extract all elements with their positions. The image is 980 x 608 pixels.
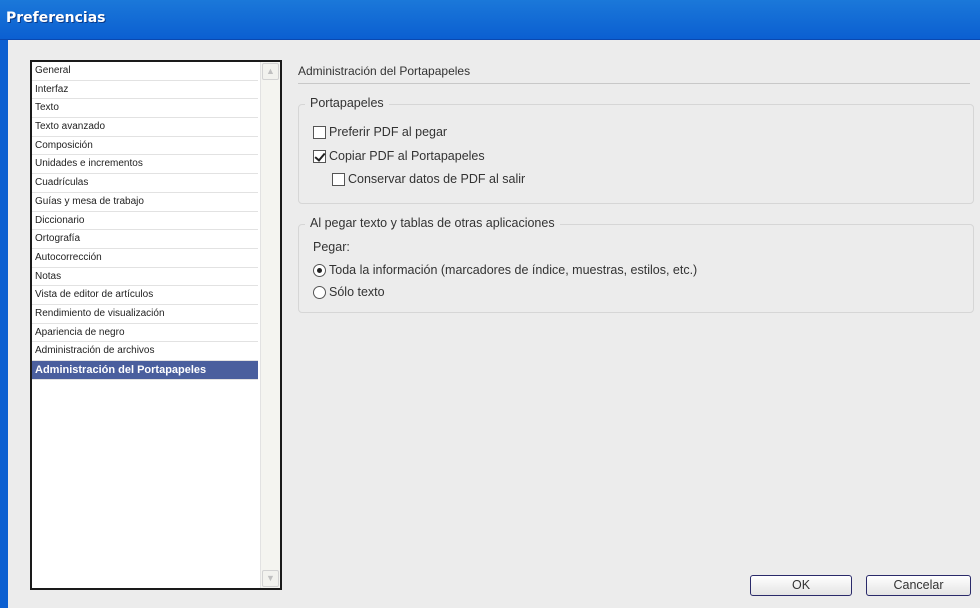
text-only-label: Sólo texto — [329, 285, 385, 299]
keep-pdf-option[interactable]: Conservar datos de PDF al salir — [332, 172, 525, 186]
text-only-option[interactable]: Sólo texto — [313, 285, 385, 299]
paste-group-title: Al pegar texto y tablas de otras aplicac… — [305, 216, 560, 230]
dialog-client-area: General Interfaz Texto Texto avanzado Compos… — [8, 40, 980, 608]
copy-pdf-option[interactable]: Copiar PDF al Portapapeles — [313, 149, 485, 163]
keep-pdf-label: Conservar datos de PDF al salir — [348, 172, 526, 186]
category-item[interactable]: Apariencia de negro — [32, 324, 258, 343]
paste-group: Al pegar texto y tablas de otras aplicac… — [298, 216, 974, 313]
all-info-label: Toda la información (marcadores de índic… — [329, 263, 698, 277]
clipboard-group: Portapapeles Preferir PDF al pegar Copia… — [298, 96, 974, 204]
category-item[interactable]: Guías y mesa de trabajo — [32, 193, 258, 212]
scroll-up-icon[interactable]: ▲ — [262, 63, 279, 80]
window-frame-left — [0, 40, 8, 608]
category-item[interactable]: Composición — [32, 137, 258, 156]
category-item[interactable]: Autocorrección — [32, 249, 258, 268]
all-info-radio[interactable] — [313, 263, 326, 277]
paste-label: Pegar: — [313, 240, 350, 254]
category-item[interactable]: Texto avanzado — [32, 118, 258, 137]
category-item[interactable]: Texto — [32, 99, 258, 119]
category-item[interactable]: General — [32, 62, 258, 81]
window-title: Preferencias — [6, 10, 106, 26]
category-item[interactable]: Cuadrículas — [32, 174, 258, 193]
keep-pdf-checkbox[interactable] — [332, 172, 345, 186]
category-item[interactable]: Administración de archivos — [32, 342, 258, 361]
copy-pdf-label: Copiar PDF al Portapapeles — [329, 149, 485, 163]
category-list-scrollbar[interactable]: ▲ ▼ — [260, 62, 280, 588]
cancel-button[interactable]: Cancelar — [866, 575, 971, 596]
clipboard-group-title: Portapapeles — [305, 96, 389, 110]
prefer-pdf-checkbox[interactable] — [313, 125, 326, 139]
title-bar[interactable]: Preferencias — [0, 0, 980, 40]
category-list[interactable]: General Interfaz Texto Texto avanzado Compos… — [30, 60, 282, 590]
preferences-dialog: Preferencias General Interfaz Texto Texto a… — [0, 0, 980, 608]
category-items: General Interfaz Texto Texto avanzado Compos… — [32, 62, 280, 380]
prefer-pdf-label: Preferir PDF al pegar — [329, 125, 448, 139]
category-item[interactable]: Rendimiento de visualización — [32, 305, 258, 324]
scroll-down-icon[interactable]: ▼ — [262, 570, 279, 587]
ok-button[interactable]: OK — [750, 575, 852, 596]
category-item[interactable]: Administración del Portapapeles — [32, 361, 258, 380]
category-item[interactable]: Interfaz — [32, 81, 258, 100]
copy-pdf-checkbox[interactable] — [313, 149, 326, 163]
category-item[interactable]: Unidades e incrementos — [32, 155, 258, 175]
category-item[interactable]: Ortografía — [32, 230, 258, 249]
category-item[interactable]: Diccionario — [32, 212, 258, 231]
all-info-option[interactable]: Toda la información (marcadores de índic… — [313, 263, 697, 277]
text-only-radio[interactable] — [313, 285, 326, 299]
panel-heading: Administración del Portapapeles — [298, 64, 970, 84]
prefer-pdf-option[interactable]: Preferir PDF al pegar — [313, 125, 447, 139]
category-item[interactable]: Vista de editor de artículos — [32, 286, 258, 305]
category-item[interactable]: Notas — [32, 268, 258, 287]
